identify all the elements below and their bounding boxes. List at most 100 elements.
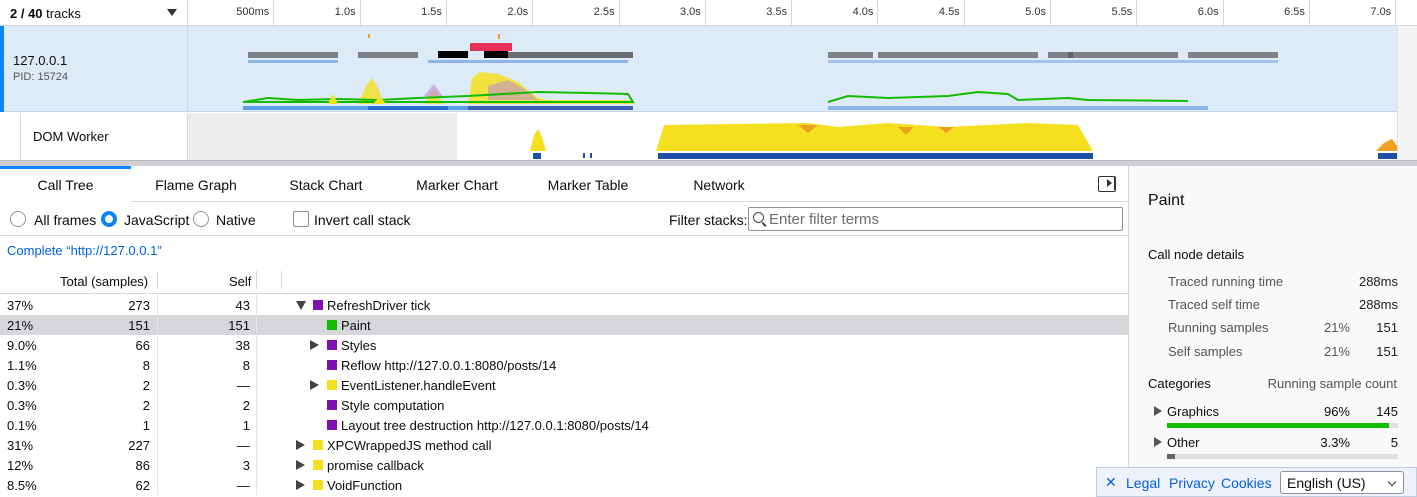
- activity-graph-worker[interactable]: [188, 113, 1398, 160]
- radio-javascript-label[interactable]: JavaScript: [124, 212, 189, 228]
- legal-link[interactable]: Legal: [1126, 475, 1160, 491]
- timeline-scrollbar[interactable]: [1397, 26, 1417, 160]
- row-self: —: [237, 438, 250, 453]
- call-tree-header: Total (samples) Self: [0, 266, 1128, 294]
- category-count: 5: [1390, 435, 1398, 450]
- sidebar-toggle-icon[interactable]: [1098, 176, 1116, 192]
- radio-javascript[interactable]: [101, 211, 117, 227]
- tree-row[interactable]: 8.5% 62 — VoidFunction: [0, 475, 1128, 495]
- track-count-button[interactable]: 2 / 40 tracks: [0, 0, 188, 26]
- tab-flame-graph[interactable]: Flame Graph: [131, 166, 261, 202]
- invert-call-stack-label[interactable]: Invert call stack: [314, 212, 410, 228]
- process-name: 127.0.0.1: [13, 53, 68, 68]
- radio-native-label[interactable]: Native: [216, 212, 256, 228]
- radio-all-frames[interactable]: [10, 211, 26, 227]
- tab-stack-chart[interactable]: Stack Chart: [261, 166, 391, 202]
- column-divider: [256, 375, 257, 395]
- activity-graph-process[interactable]: [188, 26, 1397, 112]
- expanded-twisty-icon[interactable]: [296, 301, 306, 310]
- row-self: 2: [242, 398, 250, 413]
- invert-call-stack-checkbox[interactable]: [293, 211, 309, 227]
- header-total[interactable]: Total (samples): [60, 274, 148, 289]
- cookies-link[interactable]: Cookies: [1221, 475, 1272, 491]
- detail-traced-running-time: Traced running time 288ms: [1168, 274, 1398, 292]
- ruler-tick-label: 6.0s: [1197, 6, 1219, 18]
- column-divider: [157, 475, 158, 495]
- filter-stacks-label: Filter stacks:: [669, 212, 748, 228]
- categories-title: Categories: [1148, 376, 1211, 391]
- tree-row[interactable]: 0.3% 2 — EventListener.handleEvent: [0, 375, 1128, 395]
- category-bar: [1167, 454, 1398, 459]
- header-self[interactable]: Self: [229, 274, 251, 289]
- row-self: 8: [242, 358, 250, 373]
- column-divider[interactable]: [157, 271, 158, 289]
- tree-row[interactable]: 1.1% 8 8 Reflow http://127.0.0.1:8080/posts…: [0, 355, 1128, 375]
- row-self: —: [237, 478, 250, 493]
- collapsed-twisty-icon[interactable]: [310, 340, 319, 350]
- expand-icon[interactable]: [1154, 406, 1162, 416]
- radio-all-frames-label[interactable]: All frames: [34, 212, 96, 228]
- filter-stacks-field[interactable]: [748, 207, 1123, 231]
- filter-stacks-input[interactable]: [769, 209, 1119, 229]
- column-divider: [256, 455, 257, 475]
- tab-marker-table[interactable]: Marker Table: [523, 166, 653, 202]
- row-percent: 12%: [7, 458, 34, 473]
- track-dom-worker[interactable]: DOM Worker: [20, 113, 1398, 160]
- sidebar-title: Paint: [1148, 192, 1185, 209]
- radio-native[interactable]: [193, 211, 209, 227]
- tree-row[interactable]: 31% 227 — XPCWrappedJS method call: [0, 435, 1128, 455]
- ruler-tick: 2.5s: [534, 0, 620, 26]
- privacy-link[interactable]: Privacy: [1169, 475, 1215, 491]
- tree-row[interactable]: 21% 151 151 Paint: [0, 315, 1128, 335]
- category-swatch: [327, 420, 337, 430]
- detail-label: Traced self time: [1168, 297, 1260, 312]
- ruler-tick-label: 2.0s: [507, 6, 529, 18]
- column-divider: [157, 335, 158, 355]
- footer-links: ✕ Legal Privacy Cookies English (US): [1096, 467, 1417, 497]
- collapsed-twisty-icon[interactable]: [296, 440, 305, 450]
- track-dom-worker-label[interactable]: DOM Worker: [21, 113, 188, 160]
- track-process-label[interactable]: 127.0.0.1 PID: 15724: [0, 26, 188, 112]
- expand-icon[interactable]: [1154, 437, 1162, 447]
- row-percent: 21%: [7, 318, 34, 333]
- ruler-tick-label: 5.0s: [1025, 6, 1046, 18]
- ruler-tick-label: 3.5s: [766, 6, 788, 18]
- tab-network[interactable]: Network: [653, 166, 785, 202]
- column-divider[interactable]: [281, 271, 282, 289]
- tree-row[interactable]: 12% 86 3 promise callback: [0, 455, 1128, 475]
- category-swatch: [313, 300, 323, 310]
- track-process[interactable]: 127.0.0.1 PID: 15724: [0, 26, 1397, 112]
- profiler-app: 2 / 40 tracks 500ms 1.0s 1.5s 2.0s 2.5s 3.0s 3…: [0, 0, 1417, 497]
- ruler-tick: 1.5s: [361, 0, 447, 26]
- row-percent: 9.0%: [7, 338, 37, 353]
- column-divider[interactable]: [256, 271, 257, 289]
- tree-row[interactable]: 0.3% 2 2 Style computation: [0, 395, 1128, 415]
- ruler-tick: 1.0s: [275, 0, 361, 26]
- breadcrumb[interactable]: Complete “http://127.0.0.1”: [7, 243, 162, 258]
- collapsed-twisty-icon[interactable]: [310, 380, 319, 390]
- ruler-tick-label: 1.5s: [421, 6, 442, 18]
- category-swatch: [327, 320, 337, 330]
- detail-traced-self-time: Traced self time 288ms: [1168, 297, 1398, 315]
- collapsed-twisty-icon[interactable]: [296, 480, 305, 490]
- column-divider: [157, 315, 158, 335]
- column-divider: [157, 355, 158, 375]
- category-other[interactable]: Other 3.3% 5: [1154, 434, 1398, 464]
- collapsed-twisty-icon[interactable]: [296, 460, 305, 470]
- ruler-tick: 500ms: [188, 0, 275, 26]
- row-total: 62: [135, 478, 150, 493]
- category-name: Other: [1167, 435, 1200, 450]
- tab-call-tree[interactable]: Call Tree: [0, 166, 131, 202]
- tree-row[interactable]: 9.0% 66 38 Styles: [0, 335, 1128, 355]
- row-self: —: [237, 378, 250, 393]
- tab-marker-chart[interactable]: Marker Chart: [391, 166, 523, 202]
- close-icon[interactable]: ✕: [1105, 474, 1117, 491]
- language-select[interactable]: English (US): [1280, 471, 1404, 494]
- detail-percent: 21%: [1323, 320, 1350, 335]
- category-bar: [1167, 423, 1398, 428]
- tree-row[interactable]: 37% 273 43 RefreshDriver tick: [0, 295, 1128, 315]
- category-graphics[interactable]: Graphics 96% 145: [1154, 403, 1398, 433]
- category-swatch: [327, 360, 337, 370]
- tree-row[interactable]: 0.1% 1 1 Layout tree destruction http://127…: [0, 415, 1128, 435]
- detail-self-samples: Self samples 21% 151: [1168, 344, 1398, 362]
